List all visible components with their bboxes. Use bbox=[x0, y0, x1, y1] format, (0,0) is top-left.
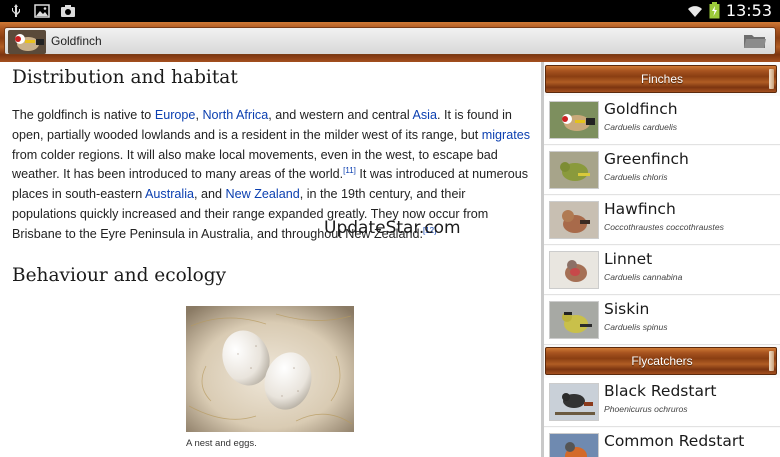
link-new-zealand[interactable]: New Zealand bbox=[226, 187, 300, 201]
link-asia[interactable]: Asia bbox=[412, 108, 437, 122]
bird-name: Linnet bbox=[604, 250, 653, 268]
link-australia[interactable]: Australia bbox=[145, 187, 194, 201]
bird-latin-name: Carduelis chloris bbox=[604, 172, 668, 182]
link-migrates[interactable]: migrates bbox=[482, 128, 530, 142]
clock: 13:53 bbox=[725, 1, 772, 20]
bird-item-greenfinch[interactable]: Greenfinch Carduelis chloris bbox=[544, 146, 780, 195]
app-logo[interactable] bbox=[8, 30, 46, 54]
link-north-africa[interactable]: North Africa bbox=[202, 108, 268, 122]
section-header-flycatchers[interactable]: Flycatchers bbox=[544, 344, 780, 378]
battery-icon bbox=[709, 2, 720, 19]
bird-item-black-redstart[interactable]: Black Redstart Phoenicurus ochruros bbox=[544, 378, 780, 427]
bird-thumbnail bbox=[549, 383, 599, 421]
bird-latin-name: Carduelis carduelis bbox=[604, 122, 678, 132]
bird-name: Black Redstart bbox=[604, 382, 717, 400]
bird-thumbnail bbox=[549, 101, 599, 139]
bird-item-common-redstart[interactable]: Common Redstart bbox=[544, 428, 780, 457]
action-bar: Goldfinch bbox=[0, 22, 780, 62]
bird-item-goldfinch[interactable]: Goldfinch Carduelis carduelis bbox=[544, 96, 780, 145]
bird-name: Greenfinch bbox=[604, 150, 689, 168]
section-header-finches[interactable]: Finches bbox=[544, 62, 780, 96]
bird-thumbnail bbox=[549, 201, 599, 239]
link-europe[interactable]: Europe bbox=[155, 108, 196, 122]
section-heading-distribution: Distribution and habitat bbox=[12, 67, 238, 88]
title-bar: Goldfinch bbox=[4, 27, 776, 55]
bird-name: Siskin bbox=[604, 300, 650, 318]
status-bar: 13:53 bbox=[0, 0, 780, 22]
bird-name: Goldfinch bbox=[604, 100, 678, 118]
nest-image[interactable] bbox=[186, 306, 354, 432]
bird-thumbnail bbox=[549, 433, 599, 457]
app-title: Goldfinch bbox=[51, 34, 102, 48]
usb-icon bbox=[12, 4, 20, 17]
bird-item-linnet[interactable]: Linnet Carduelis cannabina bbox=[544, 246, 780, 295]
reference-11[interactable]: [11] bbox=[343, 166, 356, 175]
bird-latin-name: Phoenicurus ochruros bbox=[604, 404, 688, 414]
wifi-icon bbox=[687, 5, 702, 17]
bird-name: Hawfinch bbox=[604, 200, 676, 218]
bird-item-hawfinch[interactable]: Hawfinch Coccothraustes coccothraustes bbox=[544, 196, 780, 245]
bird-latin-name: Coccothraustes coccothraustes bbox=[604, 222, 724, 232]
article-content[interactable]: Distribution and habitat The goldfinch i… bbox=[0, 62, 541, 457]
section-heading-behaviour: Behaviour and ecology bbox=[12, 265, 227, 286]
camera-icon bbox=[61, 5, 75, 17]
bird-thumbnail bbox=[549, 251, 599, 289]
bird-name: Common Redstart bbox=[604, 432, 745, 450]
bird-latin-name: Carduelis spinus bbox=[604, 322, 668, 332]
gallery-icon bbox=[34, 4, 50, 18]
watermark: UpdateStar.com bbox=[324, 218, 461, 238]
bird-item-siskin[interactable]: Siskin Carduelis spinus bbox=[544, 296, 780, 345]
folder-icon[interactable] bbox=[743, 32, 767, 50]
image-caption: A nest and eggs. bbox=[186, 438, 257, 449]
bird-thumbnail bbox=[549, 301, 599, 339]
bird-latin-name: Carduelis cannabina bbox=[604, 272, 683, 282]
bird-thumbnail bbox=[549, 151, 599, 189]
bird-list-panel[interactable]: Finches Goldfinch Carduelis carduelis Gr… bbox=[544, 62, 780, 457]
